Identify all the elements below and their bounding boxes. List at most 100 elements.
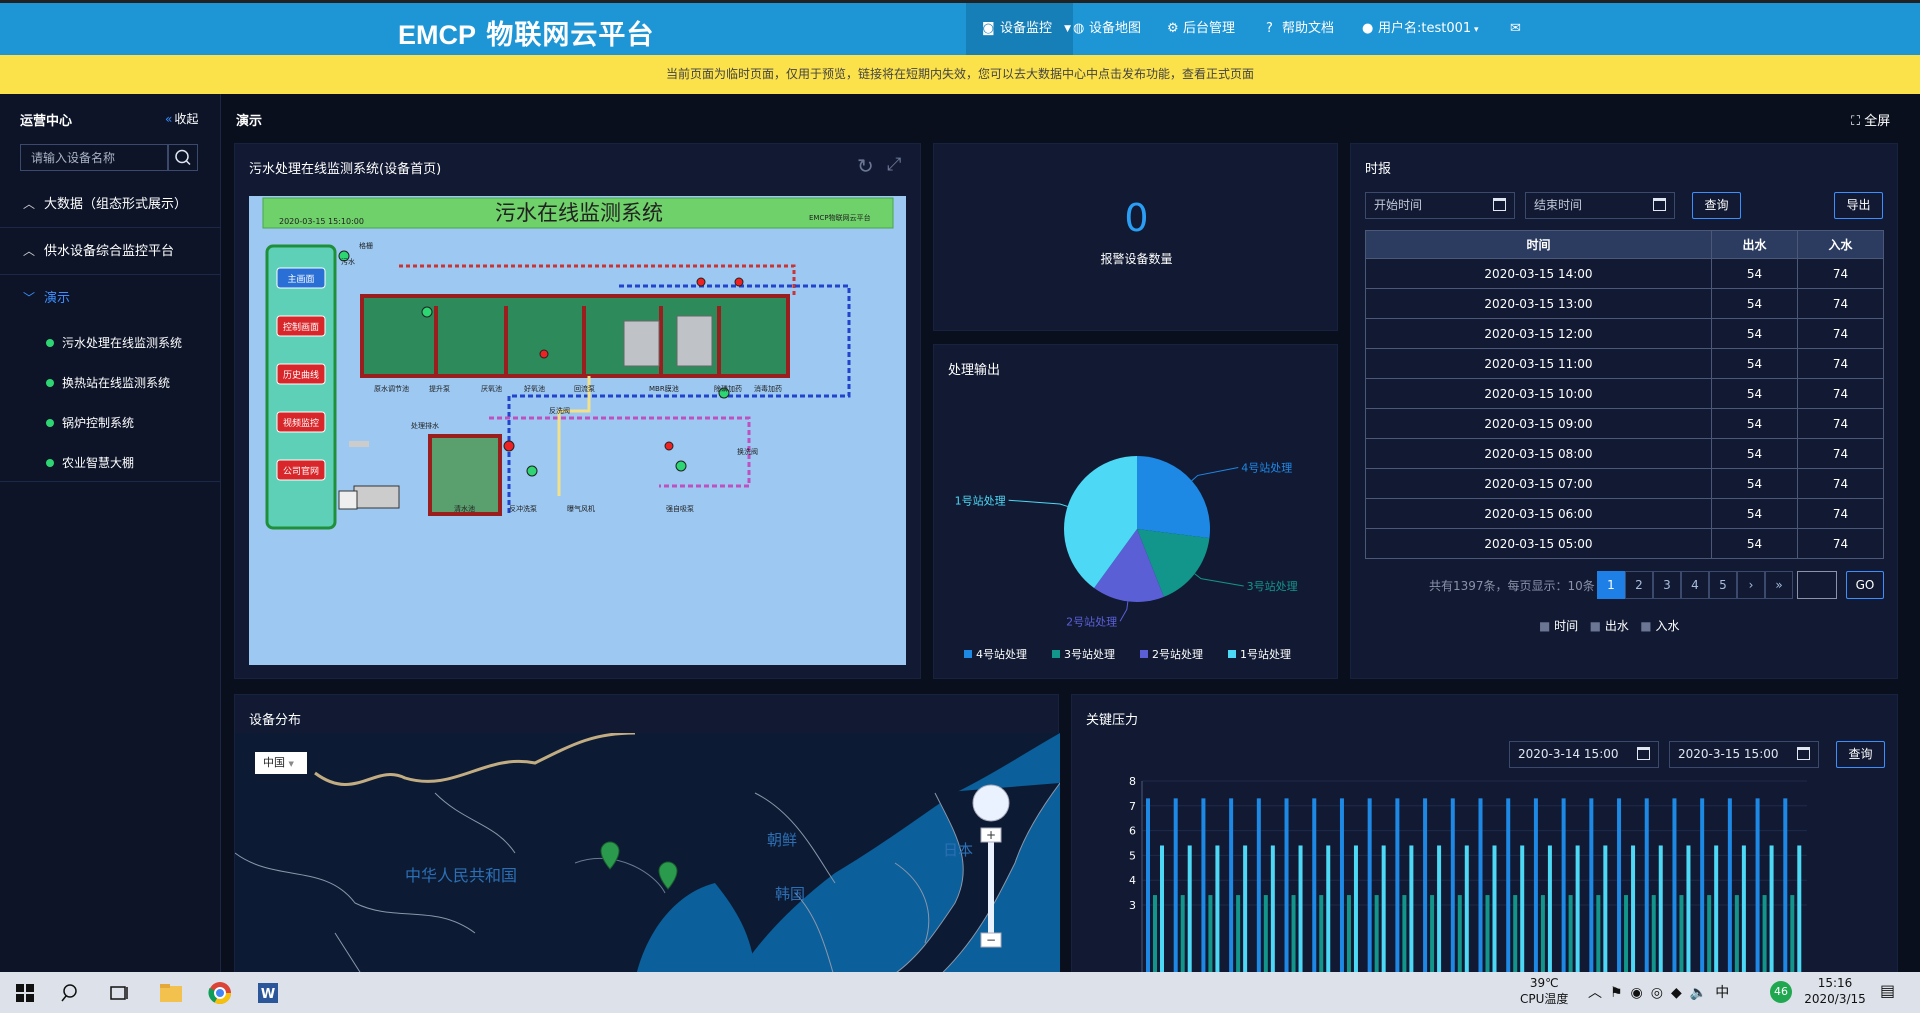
search-icon[interactable] <box>56 978 86 1008</box>
bar[interactable] <box>1298 845 1303 975</box>
bar[interactable] <box>1644 798 1649 975</box>
scada-button[interactable]: 控制画面 <box>276 315 326 337</box>
bar[interactable] <box>1783 798 1788 975</box>
bar[interactable] <box>1180 895 1185 975</box>
sidebar-group-demo[interactable]: ﹀ 演示 <box>0 275 221 322</box>
bar[interactable] <box>1624 895 1629 975</box>
bar[interactable] <box>1596 895 1601 975</box>
bar[interactable] <box>1734 895 1739 975</box>
bar[interactable] <box>1741 845 1746 975</box>
mail-icon[interactable]: ✉ <box>1498 3 1521 55</box>
refresh-icon[interactable]: ↻ <box>857 154 874 178</box>
word-icon[interactable]: W <box>253 978 283 1008</box>
collapse-button[interactable]: «收起 <box>165 110 198 127</box>
expand-icon[interactable]: ⤢ <box>887 154 901 175</box>
page-button[interactable]: 4 <box>1681 571 1709 599</box>
bar[interactable] <box>1672 798 1677 975</box>
bar[interactable] <box>1617 798 1622 975</box>
bar[interactable] <box>1651 895 1656 975</box>
bar[interactable] <box>1291 895 1296 975</box>
bar[interactable] <box>1506 798 1511 975</box>
bar[interactable] <box>1381 845 1386 975</box>
bar[interactable] <box>1284 798 1289 975</box>
start-time-input[interactable]: 开始时间 <box>1365 192 1515 219</box>
bar[interactable] <box>1243 845 1248 975</box>
sidebar-item-boiler[interactable]: 锅炉控制系统 <box>0 404 221 442</box>
task-view-icon[interactable] <box>104 978 134 1008</box>
query-button[interactable]: 查询 <box>1836 741 1885 768</box>
scada-button[interactable]: 主画面 <box>276 267 326 289</box>
bar[interactable] <box>1727 798 1732 975</box>
legend-label[interactable]: 3号站处理 <box>1064 647 1115 661</box>
bar[interactable] <box>1707 895 1712 975</box>
export-button[interactable]: 导出 <box>1834 192 1883 219</box>
bar[interactable] <box>1533 798 1538 975</box>
bar[interactable] <box>1457 895 1462 975</box>
sidebar-group-water[interactable]: ︿ 供水设备综合监控平台 <box>0 228 221 275</box>
notification-badge[interactable]: 46 <box>1770 981 1792 1003</box>
file-explorer-icon[interactable] <box>156 978 186 1008</box>
bar[interactable] <box>1374 895 1379 975</box>
search-button[interactable] <box>168 144 198 171</box>
bar[interactable] <box>1270 845 1275 975</box>
logo[interactable]: EMCP 物联网云平台 <box>398 13 654 52</box>
sidebar-item-sewage[interactable]: 污水处理在线监测系统 <box>0 324 221 362</box>
page-button[interactable]: 1 <box>1597 571 1625 599</box>
bar[interactable] <box>1714 845 1719 975</box>
bar[interactable] <box>1450 798 1455 975</box>
bar[interactable] <box>1568 895 1573 975</box>
bar[interactable] <box>1367 798 1372 975</box>
bar[interactable] <box>1589 798 1594 975</box>
bar[interactable] <box>1229 798 1234 975</box>
sidebar-group-bigdata[interactable]: ︿ 大数据（组态形式展示） <box>0 181 221 228</box>
bar[interactable] <box>1430 895 1435 975</box>
page-number-input[interactable] <box>1797 571 1837 599</box>
bar[interactable] <box>1160 845 1164 975</box>
bar[interactable] <box>1153 895 1157 975</box>
bar[interactable] <box>1631 845 1636 975</box>
nav-device-monitor[interactable]: ◙ 设备监控 ▼ <box>966 3 1073 55</box>
bar[interactable] <box>1464 845 1469 975</box>
bar[interactable] <box>1353 845 1358 975</box>
bar[interactable] <box>1513 895 1518 975</box>
nav-help[interactable]: ? 帮助文档 <box>1262 3 1334 55</box>
bar[interactable] <box>1769 845 1774 975</box>
bar[interactable] <box>1423 798 1428 975</box>
scada-button[interactable]: 视频监控 <box>276 411 326 433</box>
sidebar-item-greenhouse[interactable]: 农业智慧大棚 <box>0 444 221 482</box>
bar[interactable] <box>1540 895 1545 975</box>
bar[interactable] <box>1201 798 1206 975</box>
pie-slice[interactable] <box>1137 456 1210 539</box>
start-time-input[interactable]: 2020-3-14 15:00 <box>1509 741 1659 768</box>
bar[interactable] <box>1236 895 1241 975</box>
bar[interactable] <box>1575 845 1580 975</box>
windows-start-icon[interactable] <box>10 978 40 1008</box>
bar[interactable] <box>1437 845 1442 975</box>
clock[interactable]: 15:16 2020/3/15 <box>1800 975 1870 1007</box>
page-button[interactable]: » <box>1765 571 1793 599</box>
bar[interactable] <box>1762 895 1767 975</box>
sidebar-item-heat[interactable]: 换热站在线监测系统 <box>0 364 221 402</box>
fullscreen-button[interactable]: ⛶ 全屏 <box>1851 110 1890 129</box>
page-button[interactable]: 2 <box>1625 571 1653 599</box>
bar[interactable] <box>1402 895 1407 975</box>
region-select[interactable]: 中国 ▼ <box>255 752 307 774</box>
tray-icons[interactable]: ︿⚑◉◎◆🔈中 <box>1588 982 1737 1002</box>
query-button[interactable]: 查询 <box>1692 192 1741 219</box>
bar[interactable] <box>1146 798 1150 975</box>
scada-button[interactable]: 历史曲线 <box>276 363 326 385</box>
action-center-icon[interactable]: ▤ <box>1880 981 1895 1000</box>
bar[interactable] <box>1686 845 1691 975</box>
legend-label[interactable]: 2号站处理 <box>1152 647 1203 661</box>
bar[interactable] <box>1409 845 1414 975</box>
bar[interactable] <box>1492 845 1497 975</box>
bar[interactable] <box>1700 798 1705 975</box>
bar[interactable] <box>1173 798 1178 975</box>
nav-admin[interactable]: ⚙ 后台管理 <box>1163 3 1235 55</box>
page-button[interactable]: 5 <box>1709 571 1737 599</box>
bar[interactable] <box>1215 845 1220 975</box>
bar[interactable] <box>1395 798 1400 975</box>
end-time-input[interactable]: 结束时间 <box>1525 192 1675 219</box>
bar[interactable] <box>1478 798 1483 975</box>
bar[interactable] <box>1339 798 1344 975</box>
